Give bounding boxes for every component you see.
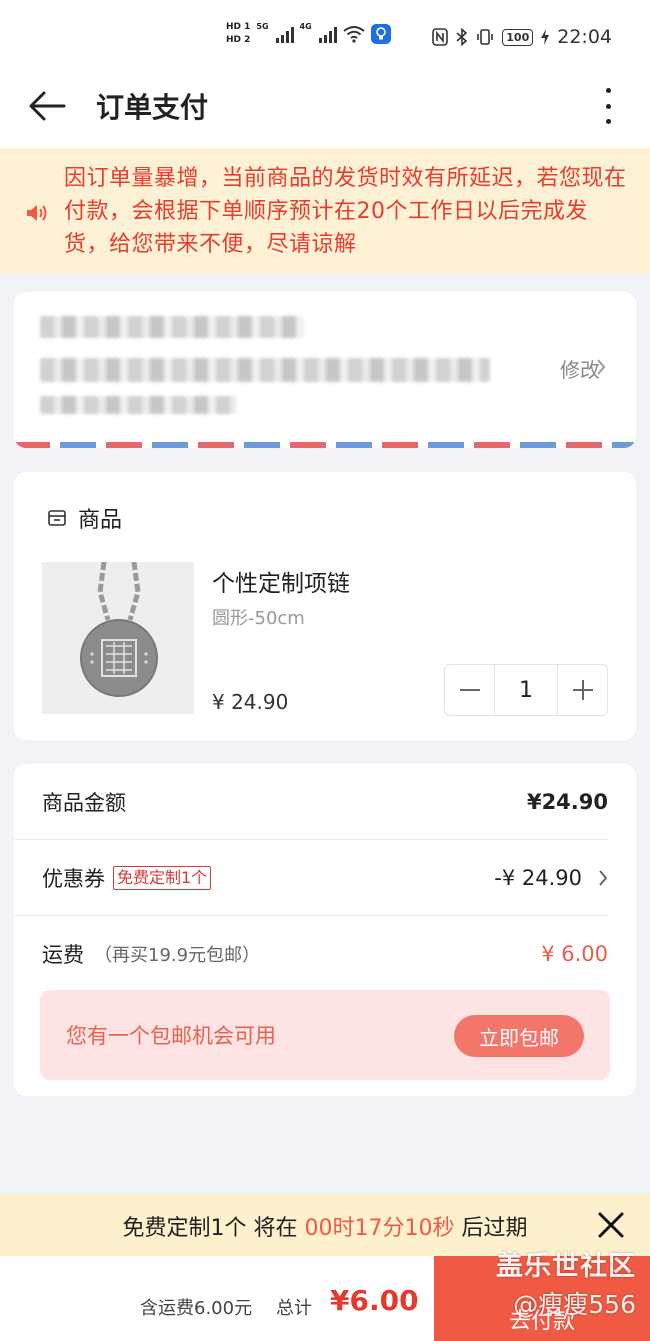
shipping-row: 运费 （再买19.9元包邮） ¥ 6.00	[42, 916, 608, 992]
watermark-line1: 盖乐世社区	[496, 1251, 636, 1282]
sim1-label: HD 1	[226, 22, 251, 32]
coupon-tag: 免费定制1个	[113, 866, 212, 890]
status-left-icons: HD 1 HD 2 5G 4G	[226, 22, 391, 46]
countdown-time: 00时17分10秒	[304, 1216, 455, 1241]
battery-icon: 100	[502, 28, 534, 46]
blurred-address	[40, 358, 490, 382]
coupon-label: 优惠券	[42, 867, 105, 891]
page-title: 订单支付	[96, 91, 209, 124]
clock: 22:04	[557, 26, 612, 48]
countdown-prefix: 免费定制1个 将在	[122, 1216, 305, 1241]
airmail-divider	[14, 442, 636, 448]
signal-icon-2	[318, 25, 337, 43]
net1-label: 5G	[256, 22, 269, 31]
chevron-right-icon	[597, 359, 606, 375]
nfc-icon	[432, 28, 449, 46]
coupon-row[interactable]: 优惠券 免费定制1个 -¥ 24.90	[42, 840, 608, 916]
total-amount: ¥6.00	[330, 1284, 419, 1317]
vibrate-icon	[477, 29, 494, 45]
signal-icon	[275, 25, 294, 43]
delay-notice: 因订单量暴增，当前商品的发货时效有所延迟，若您现在付款，会根据下单顺序预计在20…	[0, 148, 650, 274]
countdown-suffix: 后过期	[454, 1216, 528, 1241]
blurred-phone	[40, 396, 236, 414]
shipping-value: ¥ 6.00	[541, 942, 608, 966]
shipping-label: 运费	[42, 943, 84, 967]
wifi-icon	[343, 26, 365, 43]
increase-button[interactable]	[558, 665, 607, 715]
goods-amount-row: 商品金额 ¥24.90	[42, 764, 608, 840]
countdown-text: 免费定制1个 将在 00时17分10秒 后过期	[0, 1210, 650, 1242]
top-bar: 订单支付	[0, 76, 650, 148]
product-price: ¥ 24.90	[212, 690, 289, 714]
shipping-included-text: 含运费6.00元	[140, 1298, 253, 1319]
total-label: 总计	[276, 1298, 312, 1319]
edit-address-link[interactable]: 修改	[560, 354, 600, 383]
more-options-icon[interactable]	[598, 88, 618, 124]
close-icon[interactable]	[598, 1212, 624, 1238]
coupon-value: -¥ 24.90	[494, 866, 582, 890]
watermark: 盖乐世社区 @瘦瘦556	[496, 1244, 636, 1321]
blurred-recipient	[40, 316, 304, 338]
decrease-button[interactable]	[445, 665, 494, 715]
status-bar: HD 1 HD 2 5G 4G 100 22:04	[0, 0, 650, 76]
price-summary-card: 商品金额 ¥24.90 优惠券 免费定制1个 -¥ 24.90 运费 （再买19…	[14, 764, 636, 1096]
sim-indicators: HD 1 HD 2	[226, 22, 250, 46]
chevron-right-icon	[599, 870, 608, 886]
goods-amount-label: 商品金额	[42, 791, 126, 815]
address-card[interactable]: 修改	[14, 292, 636, 448]
product-name: 个性定制项链	[212, 571, 350, 597]
goods-amount-value: ¥24.90	[526, 790, 608, 814]
status-right-icons: 100 22:04	[432, 26, 612, 48]
bulb-icon	[370, 24, 391, 44]
bluetooth-icon	[456, 28, 468, 46]
free-shipping-banner: 您有一个包邮机会可用 立即包邮	[40, 990, 610, 1080]
free-shipping-button[interactable]: 立即包邮	[454, 1015, 584, 1057]
speaker-icon	[27, 205, 47, 221]
plus-icon	[572, 680, 593, 700]
back-arrow-icon[interactable]	[28, 90, 68, 122]
quantity-value[interactable]: 1	[494, 665, 558, 715]
product-section-title: 商品	[78, 508, 123, 533]
product-image[interactable]	[42, 562, 194, 714]
quantity-stepper: 1	[444, 664, 608, 716]
shipping-note: （再买19.9元包邮）	[94, 945, 261, 966]
sim2-label: HD 2	[226, 35, 251, 45]
product-card: 商品 个性定制项链 圆形-50cm ¥ 24.90 1	[14, 472, 636, 740]
notice-text: 因订单量暴增，当前商品的发货时效有所延迟，若您现在付款，会根据下单顺序预计在20…	[64, 166, 627, 257]
minus-icon	[459, 689, 480, 691]
free-shipping-text: 您有一个包邮机会可用	[66, 1024, 276, 1048]
charging-icon	[541, 29, 550, 45]
watermark-line2: @瘦瘦556	[513, 1290, 636, 1319]
product-spec: 圆形-50cm	[212, 608, 305, 629]
shop-icon	[48, 510, 66, 526]
net2-label: 4G	[299, 22, 312, 31]
